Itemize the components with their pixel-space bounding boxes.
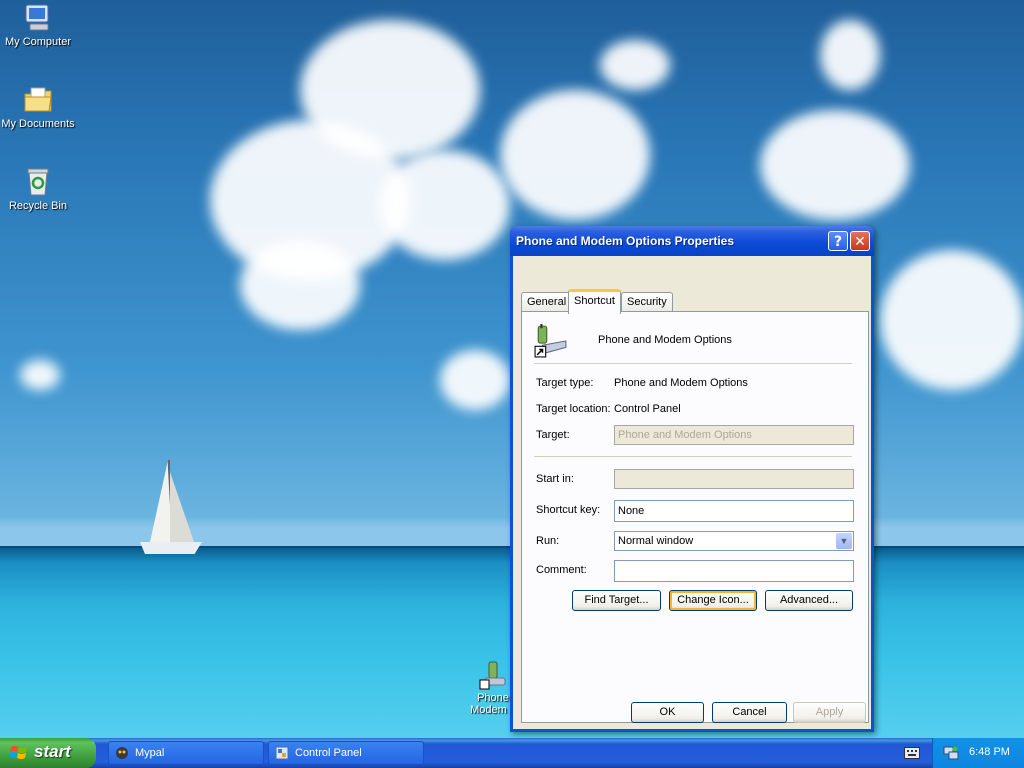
target-field: Phone and Modem Options bbox=[614, 425, 854, 445]
phone-modem-icon bbox=[534, 324, 567, 358]
mypal-icon bbox=[116, 747, 128, 759]
start-button[interactable]: start bbox=[0, 738, 96, 768]
chevron-down-icon[interactable]: ▼ bbox=[836, 533, 852, 549]
recycle-bin-icon bbox=[27, 168, 49, 196]
separator bbox=[534, 363, 852, 364]
system-tray: 6:48 PM bbox=[932, 738, 1024, 768]
cancel-button[interactable]: Cancel bbox=[712, 702, 787, 723]
cloud bbox=[240, 240, 360, 330]
properties-dialog: Phone and Modem Options Properties ? ✕ G… bbox=[510, 226, 874, 732]
help-button[interactable]: ? bbox=[828, 231, 848, 251]
sailboat-sail bbox=[170, 472, 194, 542]
my-computer-icon bbox=[25, 4, 49, 31]
desktop-icon-recycle-bin[interactable]: Recycle Bin bbox=[0, 166, 78, 212]
ok-button[interactable]: OK bbox=[631, 702, 704, 723]
comment-field[interactable] bbox=[614, 560, 854, 582]
close-button[interactable]: ✕ bbox=[850, 231, 870, 251]
comment-label: Comment: bbox=[536, 564, 587, 576]
cloud bbox=[440, 350, 510, 410]
target-type-value: Phone and Modem Options bbox=[614, 377, 748, 389]
start-label: start bbox=[34, 742, 71, 761]
cloud bbox=[500, 90, 650, 220]
find-target-button[interactable]: Find Target... bbox=[572, 590, 661, 611]
dialog-client: General Shortcut Security Phone and Mode… bbox=[513, 256, 871, 729]
advanced-button[interactable]: Advanced... bbox=[765, 590, 853, 611]
clock[interactable]: 6:48 PM bbox=[969, 746, 1010, 758]
title-bar[interactable]: Phone and Modem Options Properties ? ✕ bbox=[510, 226, 874, 256]
tab-label: General bbox=[527, 296, 567, 308]
tab-label: Security bbox=[627, 296, 667, 308]
phone-modem-shortcut-icon bbox=[479, 661, 506, 690]
task-label: Mypal bbox=[135, 747, 165, 759]
start-in-field[interactable] bbox=[614, 469, 854, 489]
desktop-icon-my-documents[interactable]: My Documents bbox=[0, 84, 78, 130]
help-icon: ? bbox=[833, 234, 843, 250]
tab-shortcut[interactable]: Shortcut bbox=[568, 289, 621, 314]
shortcut-key-label: Shortcut key: bbox=[536, 504, 601, 516]
my-documents-icon bbox=[24, 87, 52, 112]
desktop-icon-label: My Documents bbox=[1, 118, 75, 130]
task-label: Control Panel bbox=[295, 747, 362, 759]
run-select-value: Normal window bbox=[618, 535, 694, 547]
cloud bbox=[300, 20, 480, 160]
sailboat-hull bbox=[140, 542, 202, 554]
windows-logo-icon bbox=[10, 746, 27, 759]
control-panel-icon bbox=[275, 746, 289, 760]
cloud bbox=[380, 150, 510, 260]
run-select[interactable]: Normal window ▼ bbox=[614, 531, 854, 551]
taskbar-button-control-panel[interactable]: Control Panel bbox=[268, 741, 424, 765]
network-icon[interactable] bbox=[943, 745, 959, 761]
shortcut-key-field[interactable]: None bbox=[614, 500, 854, 522]
change-icon-button[interactable]: Change Icon... bbox=[669, 590, 757, 611]
tab-general[interactable]: General bbox=[521, 292, 573, 311]
tab-label: Shortcut bbox=[574, 295, 615, 307]
desktop-icon-label: Recycle Bin bbox=[8, 200, 68, 212]
separator bbox=[534, 456, 852, 457]
tab-security[interactable]: Security bbox=[621, 292, 673, 311]
target-location-label: Target location: bbox=[536, 403, 611, 415]
start-in-label: Start in: bbox=[536, 473, 574, 485]
cloud bbox=[600, 40, 670, 90]
taskbar-button-mypal[interactable]: Mypal bbox=[108, 741, 264, 765]
shortcut-name: Phone and Modem Options bbox=[598, 334, 732, 346]
desktop-icon-label: My Computer bbox=[4, 36, 72, 48]
target-type-label: Target type: bbox=[536, 377, 594, 389]
desktop-icon-my-computer[interactable]: My Computer bbox=[0, 2, 78, 48]
target-location-value: Control Panel bbox=[614, 403, 681, 415]
taskbar: start Mypal Control Panel 6:48 PM bbox=[0, 738, 1024, 768]
close-icon: ✕ bbox=[854, 234, 866, 250]
run-label: Run: bbox=[536, 535, 560, 547]
keyboard-icon[interactable] bbox=[904, 747, 920, 759]
cloud bbox=[820, 20, 880, 90]
shortcut-panel: Phone and Modem Options Target type: Pho… bbox=[521, 311, 869, 723]
dialog-title: Phone and Modem Options Properties bbox=[516, 234, 735, 248]
apply-button[interactable]: Apply bbox=[793, 702, 866, 723]
cloud bbox=[760, 110, 910, 220]
cloud bbox=[20, 360, 60, 390]
cloud bbox=[880, 250, 1024, 390]
target-label: Target: bbox=[536, 429, 570, 441]
